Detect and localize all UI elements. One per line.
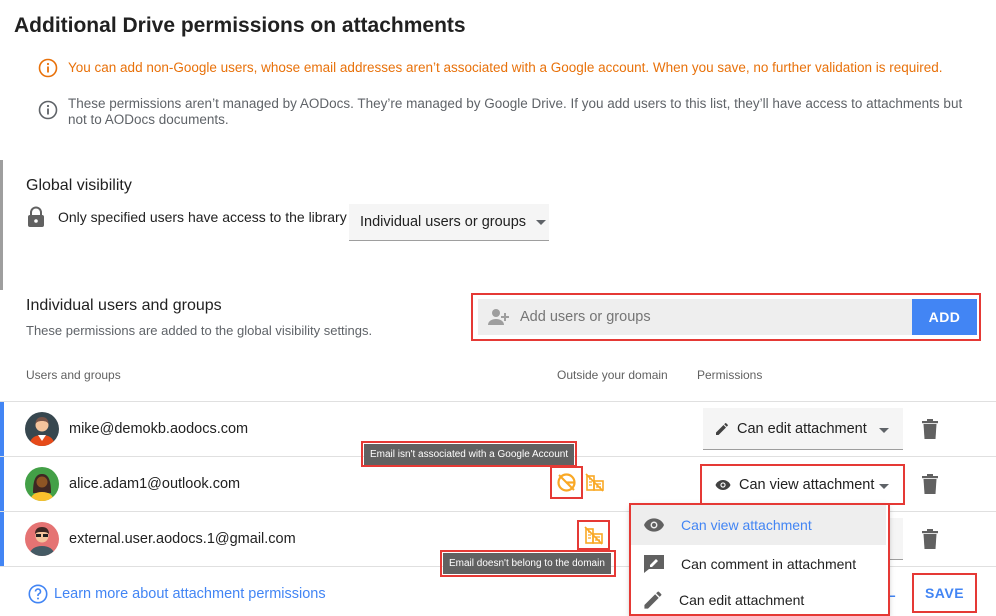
column-outside-domain: Outside your domain (557, 368, 668, 382)
learn-more-text: Learn more about attachment permissions (54, 586, 326, 602)
warning-notice: You can add non-Google users, whose emai… (38, 58, 943, 78)
lock-icon (28, 206, 44, 227)
tooltip-not-google: Email isn't associated with a Google Acc… (364, 444, 575, 465)
info-text: These permissions aren’t managed by AODo… (68, 96, 963, 127)
permission-value: Can edit attachment (737, 420, 867, 437)
info-icon (38, 100, 58, 120)
no-google-account-icon[interactable] (556, 472, 577, 493)
individual-subtext: These permissions are added to the globa… (26, 323, 373, 338)
add-button[interactable]: ADD (912, 299, 977, 335)
trash-icon[interactable] (921, 419, 939, 439)
page-title: Additional Drive permissions on attachme… (14, 14, 466, 37)
permission-select[interactable]: Can edit attachment (703, 408, 903, 450)
row-marker (0, 402, 4, 456)
avatar (25, 467, 59, 501)
outside-domain-icon[interactable] (585, 472, 605, 492)
column-permissions: Permissions (697, 368, 763, 382)
visibility-select[interactable]: Individual users or groups (349, 204, 549, 241)
permission-select[interactable]: Can view attachment (703, 466, 903, 503)
tooltip-not-domain: Email doesn't belong to the domain (443, 553, 611, 574)
avatar (25, 522, 59, 556)
add-person-icon (488, 309, 509, 325)
save-button[interactable]: SAVE (914, 575, 975, 611)
global-visibility-row: Only specified users have access to the … (26, 206, 347, 228)
warning-info-icon (38, 58, 58, 78)
learn-more-link[interactable]: Learn more about attachment permissions (28, 584, 326, 604)
visibility-select-value: Individual users or groups (360, 214, 527, 230)
left-divider (0, 160, 3, 290)
user-email: alice.adam1@outlook.com (69, 476, 241, 492)
add-users-placeholder: Add users or groups (520, 309, 651, 325)
add-users-input[interactable]: Add users or groups (478, 299, 912, 335)
warning-text: You can add non-Google users, whose emai… (68, 60, 943, 75)
trash-icon[interactable] (921, 474, 939, 494)
help-icon (28, 584, 48, 604)
row-marker (0, 512, 4, 566)
menu-highlight (629, 503, 890, 616)
chevron-down-icon (536, 219, 547, 225)
permission-value: Can view attachment (739, 476, 875, 493)
global-visibility-heading: Global visibility (26, 177, 132, 194)
pencil-icon (716, 422, 728, 435)
user-email: external.user.aodocs.1@gmail.com (69, 531, 296, 547)
row-marker (0, 457, 4, 511)
trash-icon[interactable] (921, 529, 939, 549)
access-text: Only specified users have access to the … (58, 209, 347, 225)
outside-domain-icon[interactable] (584, 525, 604, 545)
individual-heading: Individual users and groups (26, 297, 222, 314)
column-users: Users and groups (26, 368, 121, 382)
chevron-down-icon (879, 428, 889, 433)
eye-icon (715, 479, 731, 490)
chevron-down-icon (879, 484, 889, 489)
user-email: mike@demokb.aodocs.com (69, 421, 249, 437)
avatar (25, 412, 59, 446)
info-notice: These permissions aren’t managed by AODo… (38, 96, 968, 128)
